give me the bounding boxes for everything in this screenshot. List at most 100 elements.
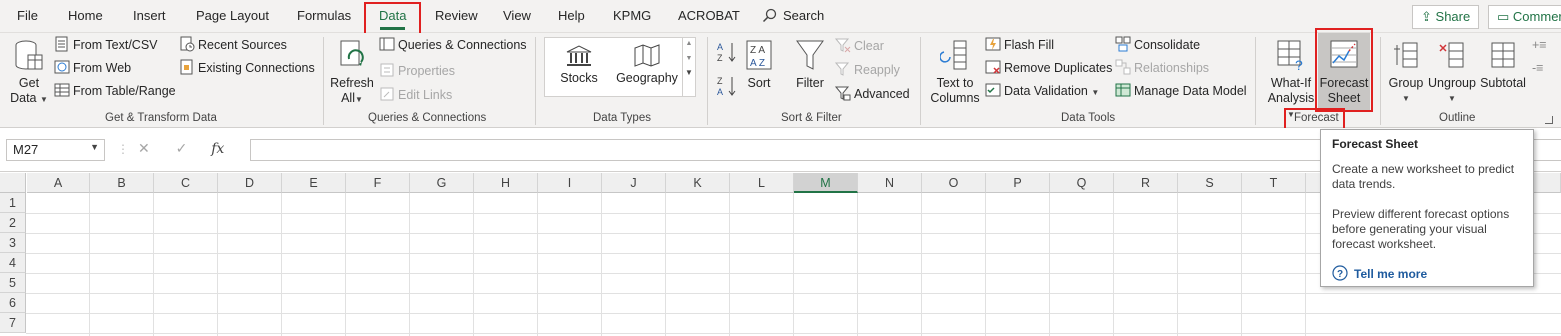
column-header[interactable]: F bbox=[346, 173, 410, 193]
edit-links-button[interactable]: Edit Links bbox=[379, 86, 452, 104]
group-button[interactable]: Group ▼ bbox=[1386, 39, 1426, 106]
edit-links-label: Edit Links bbox=[398, 88, 453, 102]
chevron-down-icon: ▼ bbox=[354, 95, 363, 104]
share-button[interactable]: ⇪ Share bbox=[1412, 5, 1479, 29]
geography-button[interactable]: Geography bbox=[615, 44, 679, 86]
refresh-all-button[interactable]: Refresh All▼ bbox=[330, 39, 374, 107]
scroll-down-icon[interactable]: ▼ bbox=[683, 55, 695, 62]
column-header[interactable]: R bbox=[1114, 173, 1178, 193]
data-validation-icon bbox=[985, 83, 1001, 97]
sort-z-to-a-button[interactable]: ZA bbox=[717, 75, 737, 99]
existing-connections-button[interactable]: Existing Connections bbox=[179, 59, 315, 77]
gallery-scrollbar[interactable]: ▲ ▼ ▼ bbox=[682, 38, 695, 96]
text-to-columns-button[interactable]: Text to Columns bbox=[928, 39, 982, 106]
stocks-button[interactable]: Stocks bbox=[559, 44, 599, 86]
manage-data-model-button[interactable]: Manage Data Model bbox=[1115, 82, 1247, 100]
row-header[interactable]: 1 bbox=[0, 193, 26, 213]
column-header[interactable]: G bbox=[410, 173, 474, 193]
relationships-button[interactable]: Relationships bbox=[1115, 59, 1209, 77]
filter-button[interactable]: Filter bbox=[793, 39, 827, 91]
tell-me-more-link[interactable]: ? Tell me more bbox=[1332, 265, 1427, 281]
confirm-icon[interactable]: ✓ bbox=[176, 140, 188, 156]
from-web-button[interactable]: From Web bbox=[54, 59, 131, 77]
data-validation-button[interactable]: Data Validation ▼ bbox=[985, 82, 1099, 100]
row-header[interactable]: 5 bbox=[0, 273, 26, 293]
get-data-button[interactable]: Get Data ▼ bbox=[10, 39, 48, 107]
reapply-button[interactable]: Reapply bbox=[835, 61, 900, 79]
column-header[interactable]: K bbox=[666, 173, 730, 193]
remove-duplicates-button[interactable]: Remove Duplicates bbox=[985, 59, 1112, 77]
hide-detail-icon[interactable]: -≡ bbox=[1532, 59, 1543, 77]
show-detail-icon[interactable]: +≡ bbox=[1532, 36, 1547, 54]
column-header[interactable]: L bbox=[730, 173, 794, 193]
remove-duplicates-icon bbox=[985, 60, 1001, 74]
tab-acrobat[interactable]: ACROBAT bbox=[678, 8, 740, 23]
column-header[interactable]: E bbox=[282, 173, 346, 193]
insert-function-icon[interactable]: fx bbox=[211, 141, 224, 157]
chevron-down-icon[interactable]: ▼ bbox=[90, 142, 99, 152]
subtotal-icon bbox=[1491, 42, 1515, 68]
column-header[interactable]: P bbox=[986, 173, 1050, 193]
column-header[interactable]: H bbox=[474, 173, 538, 193]
advanced-filter-button[interactable]: Advanced bbox=[835, 85, 910, 103]
data-validation-label: Data Validation bbox=[1004, 84, 1088, 98]
dialog-launcher-icon[interactable] bbox=[1545, 116, 1553, 124]
tab-page-layout[interactable]: Page Layout bbox=[196, 8, 269, 23]
column-header-selected[interactable]: M bbox=[794, 173, 858, 193]
formula-bar-splitter-icon[interactable]: ⋮ bbox=[117, 142, 129, 156]
scroll-up-icon[interactable]: ▲ bbox=[683, 40, 695, 47]
row-header[interactable]: 7 bbox=[0, 313, 26, 333]
from-table-range-button[interactable]: From Table/Range bbox=[54, 82, 176, 100]
properties-button[interactable]: Properties bbox=[379, 62, 455, 80]
search-box[interactable]: Search bbox=[762, 8, 824, 23]
subtotal-button[interactable]: Subtotal bbox=[1480, 39, 1526, 91]
sort-a-to-z-button[interactable]: AZ bbox=[717, 41, 737, 65]
refresh-label-line2: All bbox=[341, 91, 355, 105]
cancel-icon[interactable]: ✕ bbox=[138, 140, 150, 156]
tab-formulas[interactable]: Formulas bbox=[297, 8, 351, 23]
column-header[interactable]: I bbox=[538, 173, 602, 193]
chevron-down-icon[interactable]: ▼ bbox=[1091, 88, 1099, 97]
column-header[interactable]: N bbox=[858, 173, 922, 193]
gallery-expand-icon[interactable]: ▼ bbox=[683, 68, 695, 77]
row-header[interactable]: 3 bbox=[0, 233, 26, 253]
column-header[interactable]: S bbox=[1178, 173, 1242, 193]
column-header[interactable]: T bbox=[1242, 173, 1306, 193]
clear-filter-button[interactable]: Clear bbox=[835, 37, 884, 55]
column-header[interactable]: O bbox=[922, 173, 986, 193]
flash-fill-button[interactable]: Flash Fill bbox=[985, 36, 1054, 54]
gridline bbox=[665, 193, 666, 336]
column-header[interactable]: B bbox=[90, 173, 154, 193]
column-header[interactable]: C bbox=[154, 173, 218, 193]
tab-help[interactable]: Help bbox=[558, 8, 585, 23]
name-box-value: M27 bbox=[13, 142, 39, 157]
consolidate-button[interactable]: Consolidate bbox=[1115, 36, 1200, 54]
column-header[interactable]: J bbox=[602, 173, 666, 193]
group-label-get-transform: Get & Transform Data bbox=[105, 112, 217, 124]
tab-kpmg[interactable]: KPMG bbox=[613, 8, 651, 23]
flash-fill-icon bbox=[985, 37, 1001, 51]
group-separator bbox=[920, 37, 921, 125]
from-text-csv-label: From Text/CSV bbox=[73, 38, 158, 52]
from-text-csv-button[interactable]: From Text/CSV bbox=[54, 36, 158, 54]
row-header[interactable]: 2 bbox=[0, 213, 26, 233]
column-header[interactable]: Q bbox=[1050, 173, 1114, 193]
sort-button[interactable]: Z A A Z Sort bbox=[743, 39, 775, 91]
row-header[interactable]: 4 bbox=[0, 253, 26, 273]
comments-button[interactable]: ▭ Commer bbox=[1488, 5, 1561, 29]
gridline bbox=[281, 193, 282, 336]
recent-sources-button[interactable]: Recent Sources bbox=[179, 36, 287, 54]
tab-insert[interactable]: Insert bbox=[133, 8, 166, 23]
queries-connections-button[interactable]: Queries & Connections bbox=[379, 36, 527, 54]
name-box[interactable]: M27 ▼ bbox=[6, 139, 105, 161]
tab-review[interactable]: Review bbox=[435, 8, 478, 23]
select-all-corner[interactable] bbox=[0, 173, 26, 193]
ungroup-button[interactable]: Ungroup ▼ bbox=[1426, 39, 1478, 106]
column-header[interactable]: A bbox=[27, 173, 90, 193]
row-header[interactable]: 6 bbox=[0, 293, 26, 313]
tab-view[interactable]: View bbox=[503, 8, 531, 23]
column-header[interactable]: D bbox=[218, 173, 282, 193]
ungroup-label: Ungroup bbox=[1428, 76, 1476, 90]
tab-home[interactable]: Home bbox=[68, 8, 103, 23]
tab-file[interactable]: File bbox=[17, 8, 38, 23]
